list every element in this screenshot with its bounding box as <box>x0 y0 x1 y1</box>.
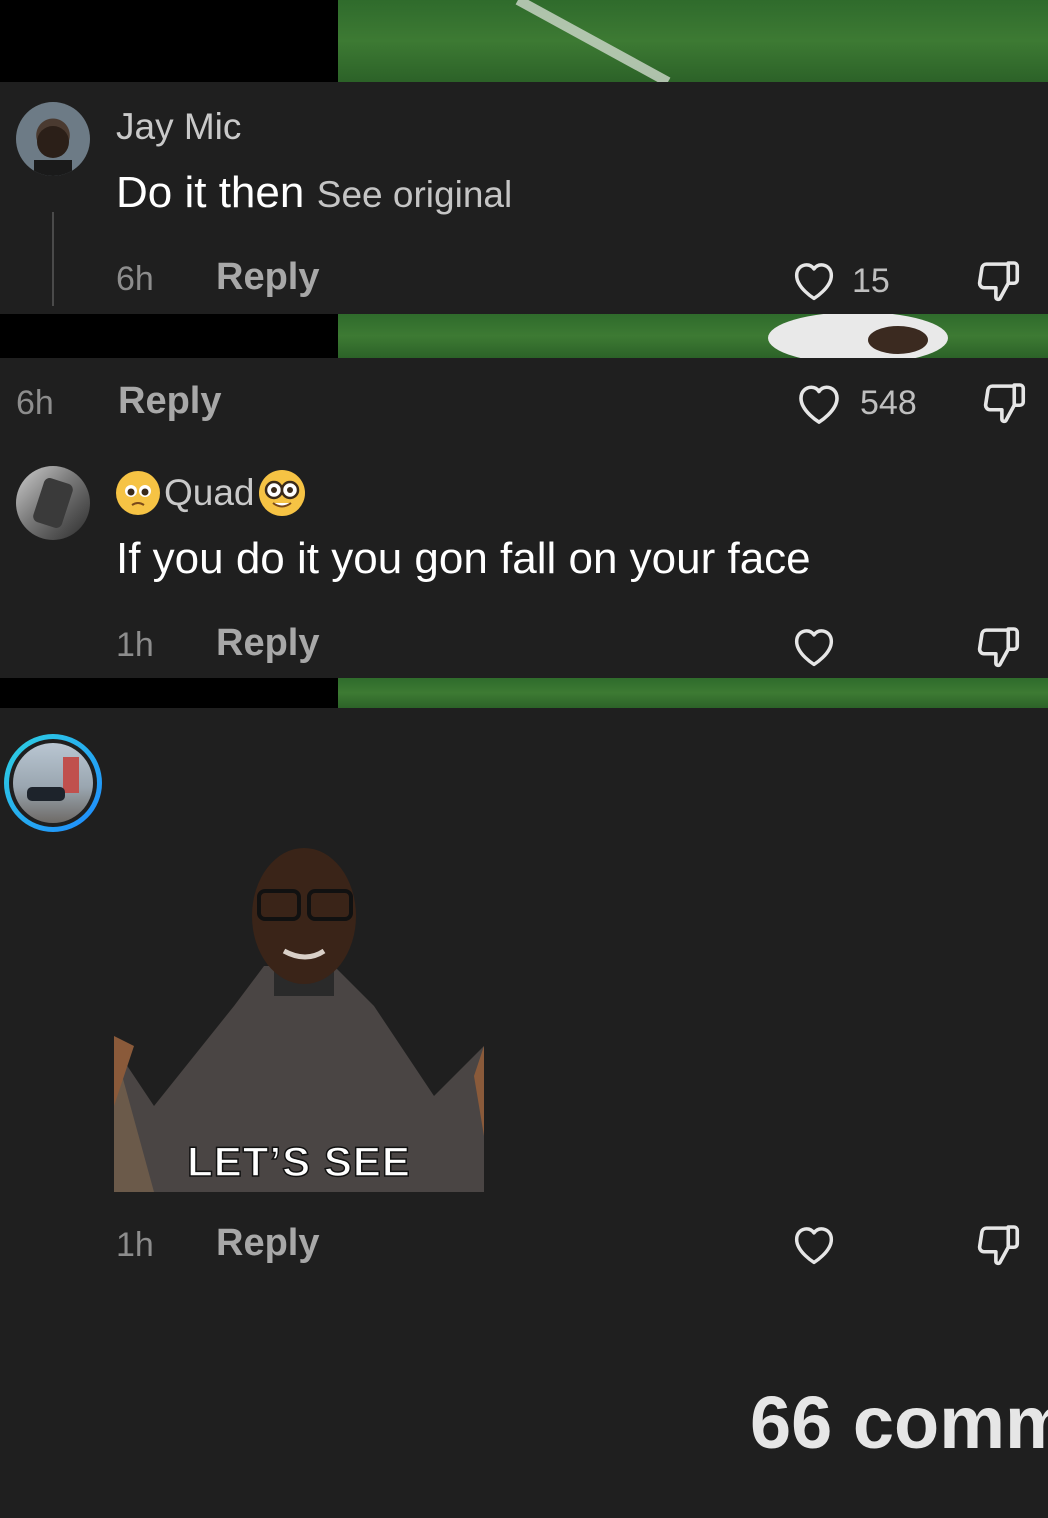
dislike-button[interactable] <box>970 254 1024 308</box>
heart-icon <box>794 1227 834 1265</box>
player-shape <box>768 314 948 358</box>
comment-count: 66 comm <box>750 1381 1048 1464</box>
video-strip-field <box>338 314 1048 358</box>
comment-sticker: LET’S SEE 1h Reply <box>0 708 1048 1328</box>
comment-time: 6h <box>116 260 154 298</box>
see-original-link[interactable]: See original <box>317 174 512 215</box>
video-strip-left <box>0 678 338 708</box>
dislike-button[interactable] <box>970 620 1024 674</box>
comment-author[interactable]: Jay Mic <box>116 106 241 148</box>
dislike-icon <box>977 627 1020 668</box>
comment-time: 1h <box>116 626 154 664</box>
dislike-button[interactable] <box>970 1218 1024 1272</box>
comment-quad: Quad If you do it you gon fall on your f… <box>0 448 1048 678</box>
comment-text: If you do it you gon fall on your face <box>116 534 811 583</box>
nerd-face-emoji <box>258 470 305 516</box>
dislike-icon <box>977 261 1020 302</box>
sticker-gif[interactable]: LET’S SEE <box>114 846 484 1192</box>
avatar[interactable] <box>16 102 90 176</box>
avatar <box>9 739 97 827</box>
heart-icon <box>794 263 834 301</box>
heart-icon <box>799 385 839 424</box>
comment-jay-mic: Jay Mic Do it then See original 6h Reply… <box>0 82 1048 314</box>
dislike-icon <box>977 1225 1020 1266</box>
dislike-icon <box>983 383 1026 424</box>
sticker-caption: LET’S SEE <box>186 1137 411 1186</box>
video-strip-field <box>338 678 1048 708</box>
like-count: 15 <box>852 262 890 300</box>
comment-author[interactable]: Quad <box>116 470 305 516</box>
reply-button[interactable]: Reply <box>216 622 319 665</box>
like-button[interactable] <box>788 254 840 306</box>
comment-body: Do it then See original <box>116 168 512 218</box>
reply-button[interactable]: Reply <box>216 256 319 299</box>
comment-time: 1h <box>116 1226 154 1264</box>
comment-text: Do it then <box>116 168 305 217</box>
author-name: Quad <box>164 472 255 513</box>
like-button[interactable] <box>788 1218 840 1270</box>
footer-bar: 66 comm <box>0 1328 1048 1518</box>
video-strip-field <box>338 0 1048 82</box>
like-count: 548 <box>860 384 917 422</box>
video-strip-left <box>0 314 338 358</box>
video-strip-left <box>0 0 338 82</box>
comment-parent-meta: 6h Reply 548 <box>0 358 1048 448</box>
avatar-photo <box>13 743 93 823</box>
reply-button[interactable]: Reply <box>216 1222 319 1265</box>
avatar-story-ring[interactable] <box>4 734 102 832</box>
dislike-button[interactable] <box>976 376 1030 430</box>
reply-button[interactable]: Reply <box>118 380 221 423</box>
pleading-face-emoji <box>116 471 160 515</box>
heart-icon <box>794 629 834 667</box>
field-line <box>515 0 671 82</box>
thread-line <box>52 212 54 306</box>
avatar[interactable] <box>16 466 90 540</box>
like-button[interactable] <box>792 376 846 430</box>
like-button[interactable] <box>788 620 840 672</box>
comment-time: 6h <box>16 384 54 422</box>
